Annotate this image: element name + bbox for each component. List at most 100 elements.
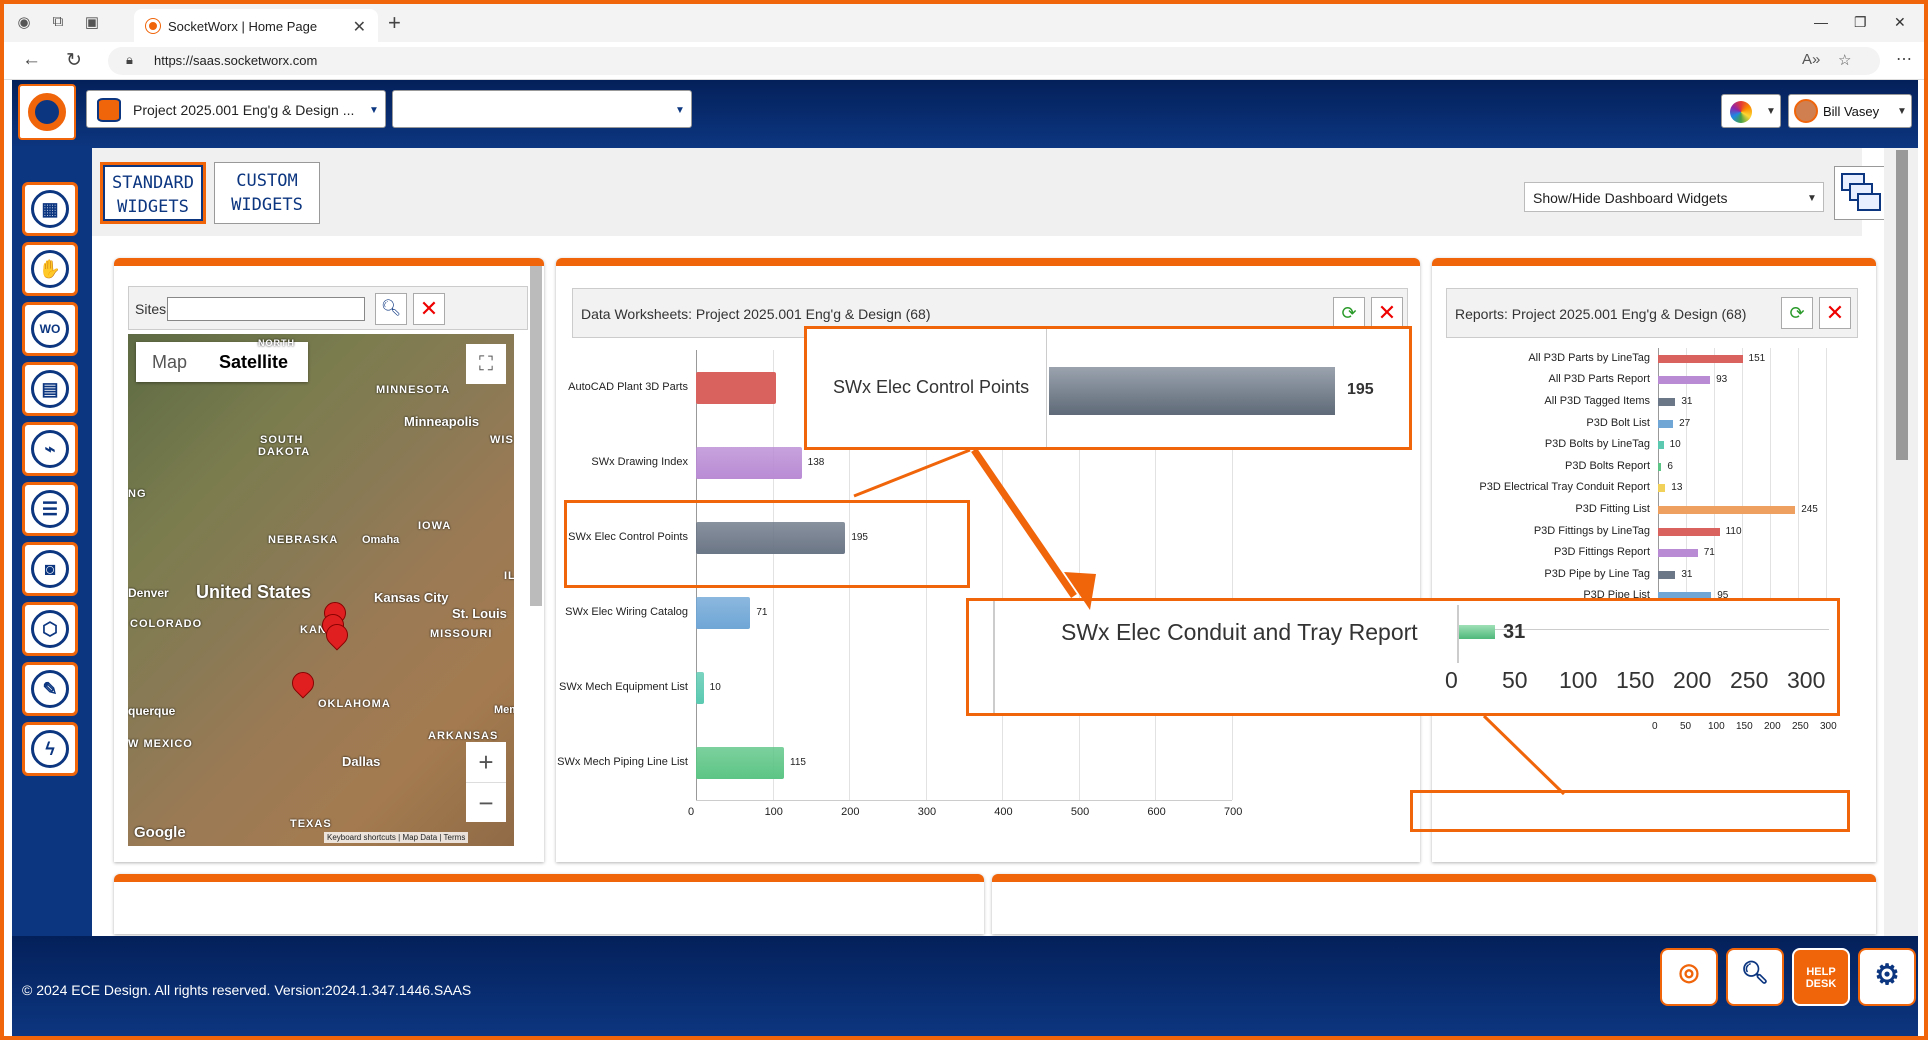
page-scrollbar[interactable] <box>1884 148 1918 936</box>
map-type-control: Map Satellite <box>136 342 308 382</box>
sidebar-attachments[interactable]: ⌁ <box>22 422 78 476</box>
bar-value-label: 151 <box>1748 352 1766 364</box>
sidebar: ▦ ✋ WO ▤ ⌁ ☰ ◙ ⬡ ✎ ϟ <box>12 148 92 936</box>
map-label: MINNESOTA <box>376 384 451 396</box>
sidebar-project[interactable]: ✎ <box>22 662 78 716</box>
socketworx-logo[interactable] <box>18 84 76 140</box>
category-label: P3D Fittings Report <box>1554 546 1650 559</box>
zoom-out-icon[interactable]: − <box>466 782 506 823</box>
map-label: St. Louis <box>452 606 507 621</box>
lower-widget-right <box>992 874 1876 934</box>
favorite-star-icon[interactable]: ☆ <box>1838 51 1851 69</box>
callout-tick-label: 150 <box>1616 667 1655 693</box>
widget-scrollbar[interactable] <box>530 266 542 606</box>
url-text: https://saas.socketworx.com <box>154 53 318 68</box>
search-icon[interactable]: 🔍︎ <box>375 293 407 325</box>
standard-widgets-button[interactable]: STANDARD WIDGETS <box>100 162 206 224</box>
x-tick-label: 250 <box>1792 721 1809 733</box>
close-widget-icon[interactable]: ✕ <box>1371 297 1403 329</box>
more-menu-icon[interactable]: ⋯ <box>1896 49 1912 69</box>
chevron-down-icon: ▼ <box>1766 106 1776 117</box>
tab-actions-icon[interactable]: ▣ <box>82 13 102 31</box>
custom-widgets-label-1: CUSTOM <box>236 171 298 191</box>
category-label: P3D Electrical Tray Conduit Report <box>1479 481 1650 494</box>
x-tick-label: 200 <box>841 806 860 818</box>
help-button[interactable]: ◎ <box>1660 948 1718 1006</box>
map-label: Kansas City <box>374 590 449 605</box>
bar <box>696 371 776 404</box>
standard-widgets-label-1: STANDARD <box>112 173 194 193</box>
map-label: COLORADO <box>130 618 203 630</box>
map-label: Minneapolis <box>404 414 480 429</box>
sidebar-camera[interactable]: ◙ <box>22 542 78 596</box>
x-tick-label: 100 <box>764 806 783 818</box>
x-tick-label: 300 <box>917 806 937 818</box>
show-hide-widgets-select[interactable]: Show/Hide Dashboard Widgets ▼ <box>1524 182 1824 212</box>
scrollbar-thumb[interactable] <box>1896 150 1908 460</box>
sidebar-3d[interactable]: ⬡ <box>22 602 78 656</box>
close-widget-icon[interactable]: ✕ <box>413 293 445 325</box>
bar-value-label: 71 <box>756 606 768 618</box>
fullscreen-icon[interactable]: ⛶ <box>466 344 506 384</box>
minimize-icon[interactable]: — <box>1814 14 1828 30</box>
help-desk-button[interactable]: HELP DESK <box>1792 948 1850 1006</box>
read-aloud-icon[interactable]: A» <box>1802 51 1820 68</box>
user-menu-button[interactable]: Bill Vasey ▼ <box>1788 94 1912 128</box>
close-tab-icon[interactable]: ✕ <box>353 17 366 37</box>
sites-map[interactable]: Map Satellite ⛶ NORTH MINNESOTA Minneapol… <box>128 334 514 846</box>
restore-icon[interactable]: ❐ <box>1854 14 1867 31</box>
terms-link[interactable]: Terms <box>444 833 466 842</box>
sidebar-power[interactable]: ϟ <box>22 722 78 776</box>
map-label: Omaha <box>362 534 400 546</box>
new-tab-icon[interactable]: + <box>388 10 401 36</box>
conduit-tray-highlight <box>1410 790 1850 832</box>
sites-search-input[interactable] <box>167 297 365 321</box>
secondary-select[interactable]: ▼ <box>392 90 692 128</box>
project-select[interactable]: Project 2025.001 Eng'g & Design ... ▼ <box>86 90 386 128</box>
zoom-in-icon[interactable]: + <box>466 742 506 782</box>
callout-tick-label: 250 <box>1730 667 1769 693</box>
custom-widgets-button[interactable]: CUSTOM WIDGETS <box>214 162 320 224</box>
lightning-icon: ϟ <box>31 730 69 768</box>
satellite-tab[interactable]: Satellite <box>203 342 304 383</box>
map-data-link[interactable]: Map Data <box>402 833 437 842</box>
refresh-widget-icon[interactable]: ⟳ <box>1333 297 1365 329</box>
map-label: TEXAS <box>290 818 332 830</box>
theme-color-button[interactable]: ▼ <box>1721 94 1781 128</box>
map-tab[interactable]: Map <box>136 342 203 383</box>
app-header: Project 2025.001 Eng'g & Design ... ▼ ▼ … <box>12 80 1918 148</box>
browser-tab[interactable]: SocketWorx | Home Page ✕ <box>134 9 378 42</box>
sidebar-contacts[interactable]: ✋ <box>22 242 78 296</box>
sidebar-dashboard[interactable]: ▦ <box>22 182 78 236</box>
help-search-button[interactable]: 🔍︎ <box>1726 948 1784 1006</box>
back-icon[interactable]: ← <box>22 49 41 71</box>
map-label: MISSOURI <box>430 628 493 640</box>
widget-layout-button[interactable] <box>1834 166 1888 220</box>
refresh-widget-icon[interactable]: ⟳ <box>1781 297 1813 329</box>
sidebar-work-orders[interactable]: WO <box>22 302 78 356</box>
map-label: DAKOTA <box>258 446 311 458</box>
custom-widgets-label-2: WIDGETS <box>231 195 303 215</box>
close-widget-icon[interactable]: ✕ <box>1819 297 1851 329</box>
keyboard-shortcuts-link[interactable]: Keyboard shortcuts <box>327 833 396 842</box>
bar <box>1658 354 1743 363</box>
url-field[interactable]: 🔒︎ https://saas.socketworx.com A» ☆ <box>108 47 1880 75</box>
refresh-icon[interactable]: ↻ <box>66 49 82 72</box>
x-tick-label: 200 <box>1764 721 1781 733</box>
category-label: P3D Bolt List <box>1586 416 1650 429</box>
gear-icon: ⚙ <box>1874 959 1900 990</box>
sidebar-grid[interactable]: ▤ <box>22 362 78 416</box>
map-label: Mem <box>494 704 514 716</box>
category-label: All P3D Parts by LineTag <box>1528 351 1650 364</box>
sidebar-reports[interactable]: ☰ <box>22 482 78 536</box>
reports-title: Reports: Project 2025.001 Eng'g & Design… <box>1455 306 1747 322</box>
user-name: Bill Vasey <box>1823 104 1880 119</box>
site-marker[interactable] <box>287 667 319 699</box>
map-label: SOUTH <box>260 434 304 446</box>
color-wheel-icon <box>1730 101 1752 123</box>
close-window-icon[interactable]: ✕ <box>1894 14 1906 31</box>
profile-icon[interactable]: ◉ <box>14 13 34 31</box>
collections-icon[interactable]: ⧉ <box>48 13 68 31</box>
callout-value: 31 <box>1503 621 1526 643</box>
settings-button[interactable]: ⚙ <box>1858 948 1916 1006</box>
